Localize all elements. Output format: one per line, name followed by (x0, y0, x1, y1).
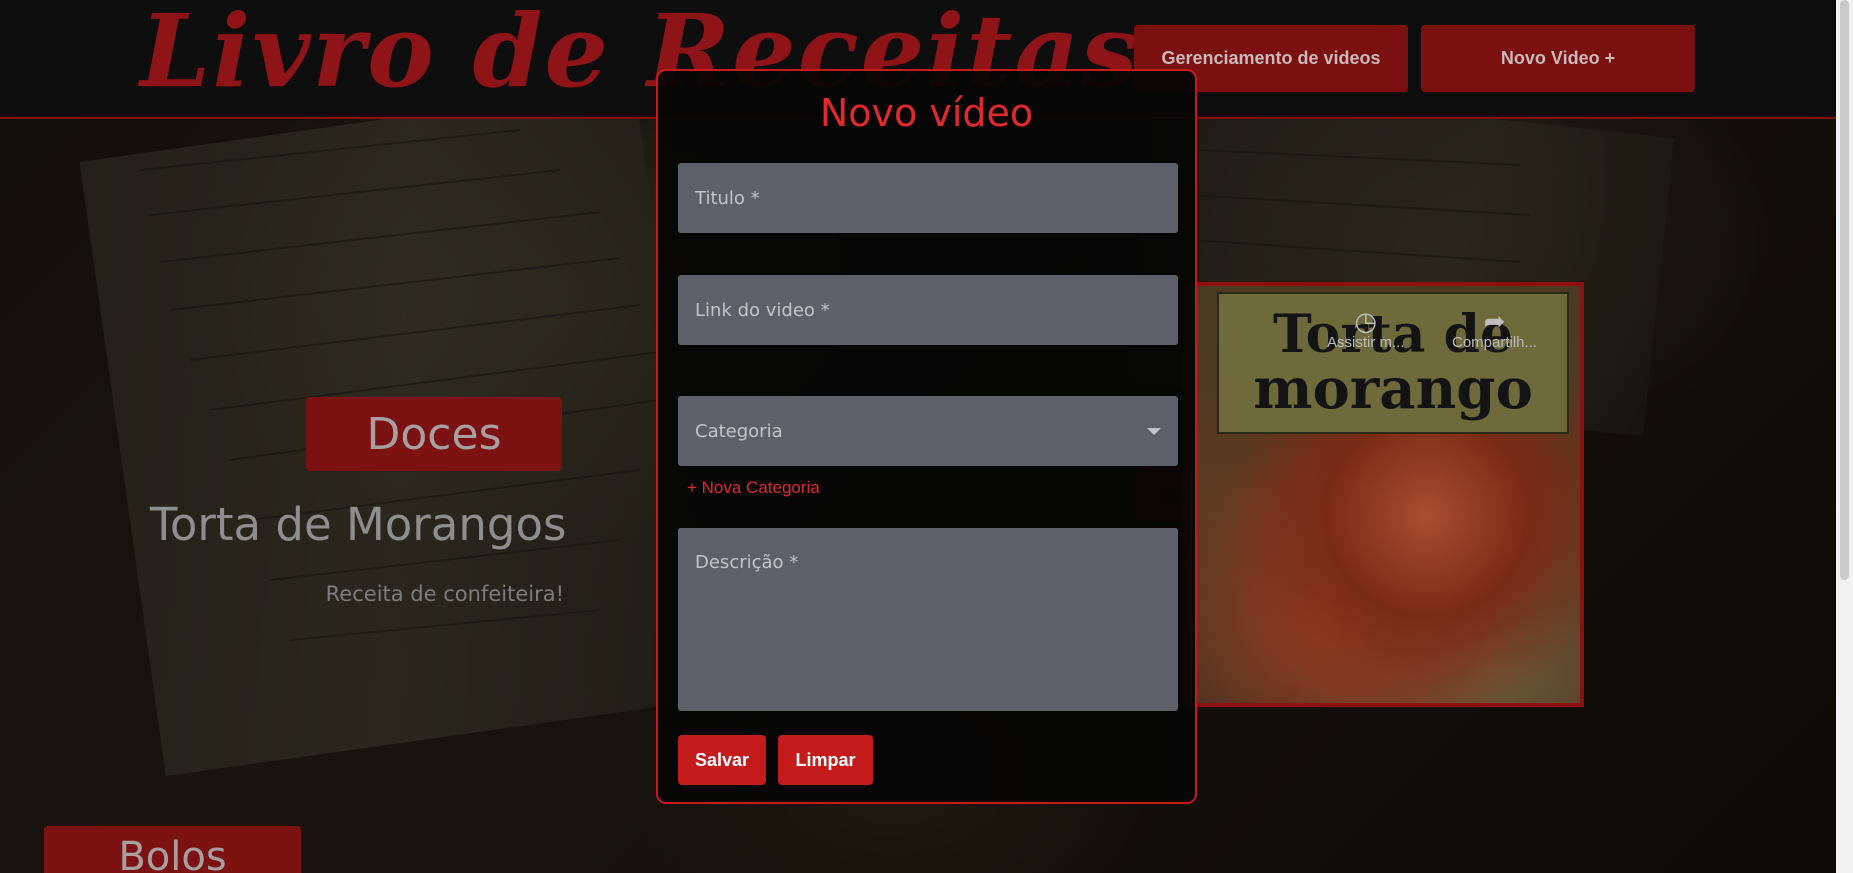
scrollbar-thumb[interactable] (1840, 0, 1849, 580)
new-video-button[interactable]: Novo Video + (1421, 25, 1695, 92)
clear-button[interactable]: Limpar (778, 735, 873, 785)
watch-later-label: Assistir m... (1327, 334, 1405, 351)
video-link-input[interactable]: Link do video * (678, 275, 1178, 345)
categoria-placeholder: Categoria (695, 420, 783, 442)
category-badge-bolos: Bolos (44, 826, 301, 873)
description-textarea[interactable]: Descrição * (678, 528, 1178, 711)
descricao-placeholder: Descrição * (695, 552, 799, 573)
banner-title: Torta de Morangos (150, 498, 567, 551)
save-button[interactable]: Salvar (678, 735, 766, 785)
video-thumbnail[interactable]: Torta de morango ◷ Assistir m... ➦ Compa… (1183, 282, 1584, 707)
category-badge-doces: Doces (306, 397, 562, 471)
new-category-link[interactable]: + Nova Categoria (687, 478, 820, 498)
share-control[interactable]: ➦ Compartilh... (1452, 308, 1537, 351)
watch-later-control[interactable]: ◷ Assistir m... (1327, 308, 1405, 351)
category-select[interactable]: Categoria (678, 396, 1178, 466)
share-label: Compartilh... (1452, 334, 1538, 351)
new-video-modal: Novo vídeo Titulo * Link do video * Cate… (656, 69, 1197, 804)
modal-title: Novo vídeo (819, 91, 1034, 135)
titulo-placeholder: Titulo * (695, 187, 760, 209)
caret-down-icon (1147, 427, 1161, 435)
clock-icon: ◷ (1354, 306, 1378, 336)
banner-description: Receita de confeiteira! (325, 582, 564, 606)
video-card-line2: morango (1253, 356, 1533, 422)
link-placeholder: Link do video * (695, 299, 830, 321)
page-scrollbar[interactable] (1836, 0, 1853, 873)
titulo-input[interactable]: Titulo * (678, 163, 1178, 233)
share-arrow-icon: ➦ (1483, 306, 1506, 336)
